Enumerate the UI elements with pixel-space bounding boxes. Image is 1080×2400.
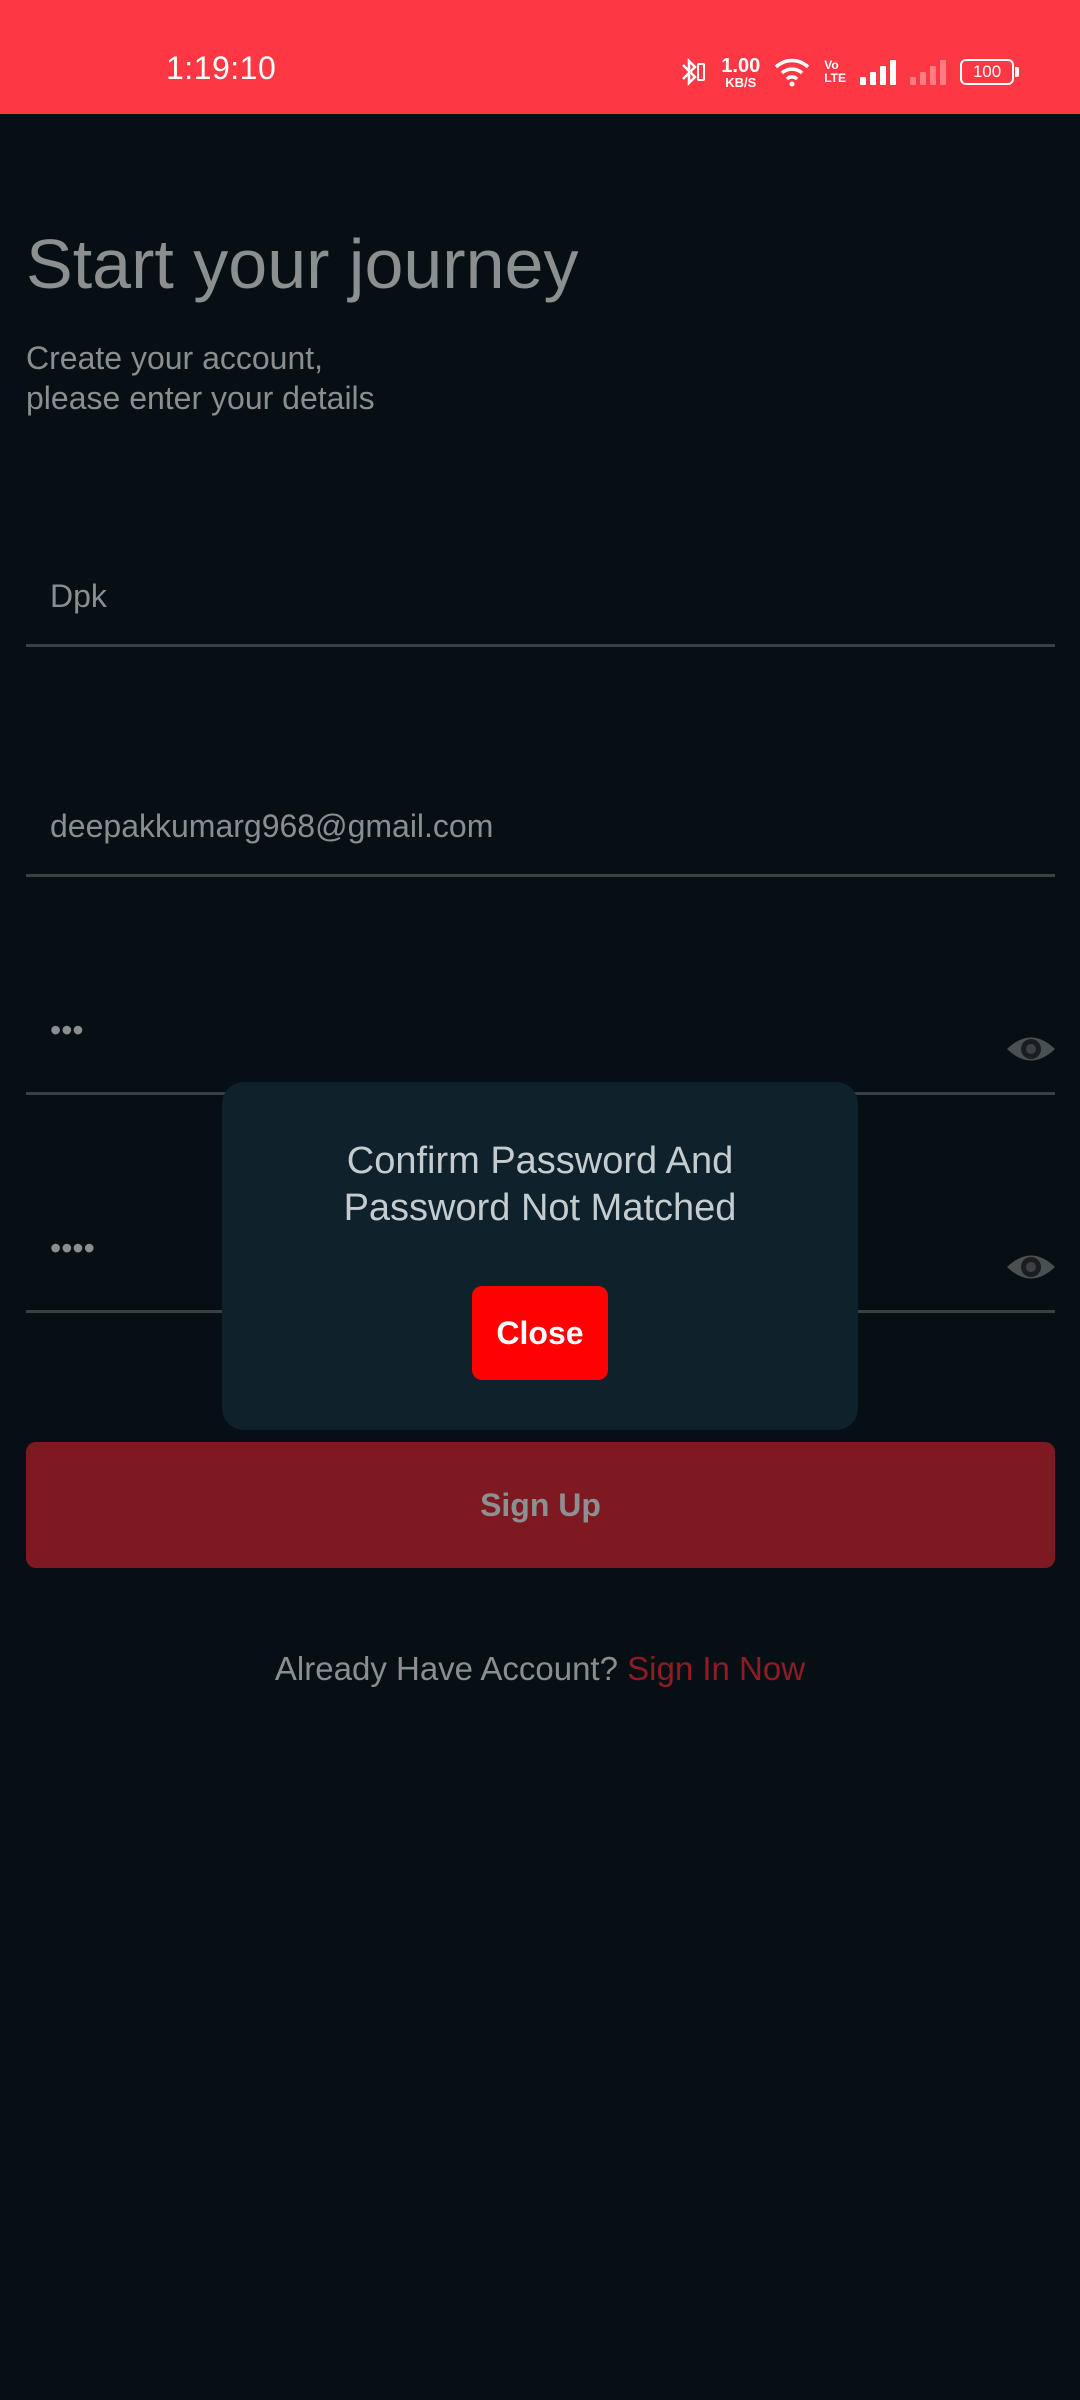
network-speed-value: 1.00 — [721, 54, 761, 77]
bluetooth-icon — [682, 57, 706, 87]
wifi-icon — [775, 58, 810, 87]
close-button[interactable]: Close — [472, 1286, 608, 1380]
dialog-message-line-2: Password Not Matched — [343, 1187, 737, 1229]
volte-bottom: LTE — [824, 71, 846, 85]
status-icons: 1.00 KB/S Vo LTE 100 — [677, 52, 1019, 92]
battery-icon: 100 — [960, 59, 1019, 85]
network-speed-unit: KB/S — [725, 74, 757, 90]
dialog-message-line-1: Confirm Password And — [346, 1140, 734, 1182]
volte-indicator: Vo LTE — [824, 59, 846, 84]
status-bar: 1:19:10 1.00 KB/S Vo LTE 100 — [0, 0, 1080, 114]
signal-no-sim-icon — [910, 59, 946, 85]
network-speed: 1.00 KB/S — [721, 56, 760, 89]
status-time: 1:19:10 — [166, 50, 277, 86]
password-mismatch-dialog: Confirm Password And Password Not Matche… — [222, 1082, 858, 1430]
signal-icon — [860, 59, 896, 85]
dialog-message: Confirm Password And Password Not Matche… — [222, 1138, 858, 1232]
